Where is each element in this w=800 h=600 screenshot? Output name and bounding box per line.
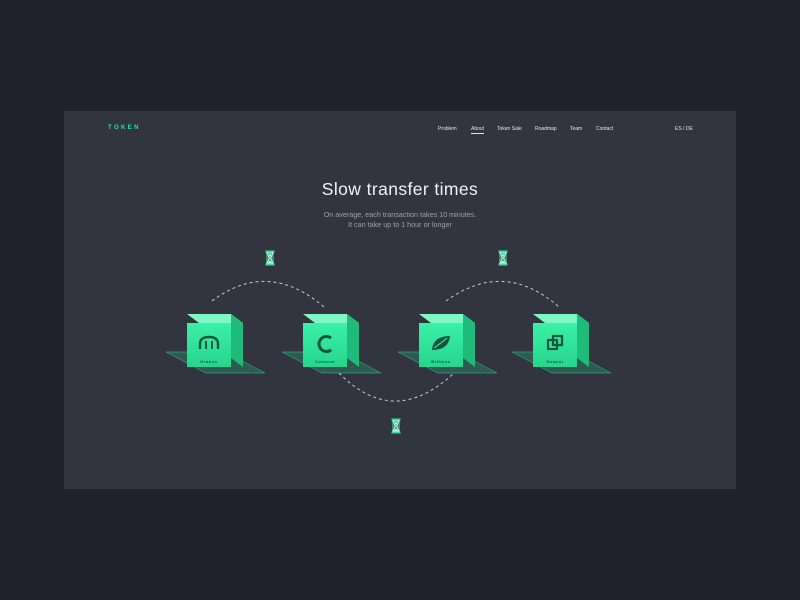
exchange-node-gemini: Gemini — [511, 314, 612, 374]
exchange-label: Kraken — [200, 359, 217, 364]
transfer-arc — [338, 372, 455, 402]
exchange-label: Coinone — [315, 359, 335, 364]
exchange-node-bitfinex: Bitfinex — [397, 314, 498, 374]
transfer-illustration: Kraken Coinone Bitfinex Gemini — [165, 250, 612, 434]
hourglass-icon — [498, 250, 508, 266]
exchange-node-coinone: Coinone — [281, 314, 382, 374]
transfer-arc — [211, 281, 325, 308]
page-frame: TOKEN Problem About Token Sale Roadmap T… — [64, 111, 736, 489]
cube-side — [231, 314, 243, 367]
exchange-label: Bitfinex — [431, 359, 451, 364]
hourglass-icon — [265, 250, 275, 266]
exchange-label: Gemini — [546, 359, 563, 364]
cube-side — [347, 314, 359, 367]
cube-side — [577, 314, 589, 367]
exchange-node-kraken: Kraken — [165, 314, 266, 374]
transfer-arc — [445, 281, 560, 308]
hourglass-icon — [391, 418, 401, 434]
cube-side — [463, 314, 475, 367]
